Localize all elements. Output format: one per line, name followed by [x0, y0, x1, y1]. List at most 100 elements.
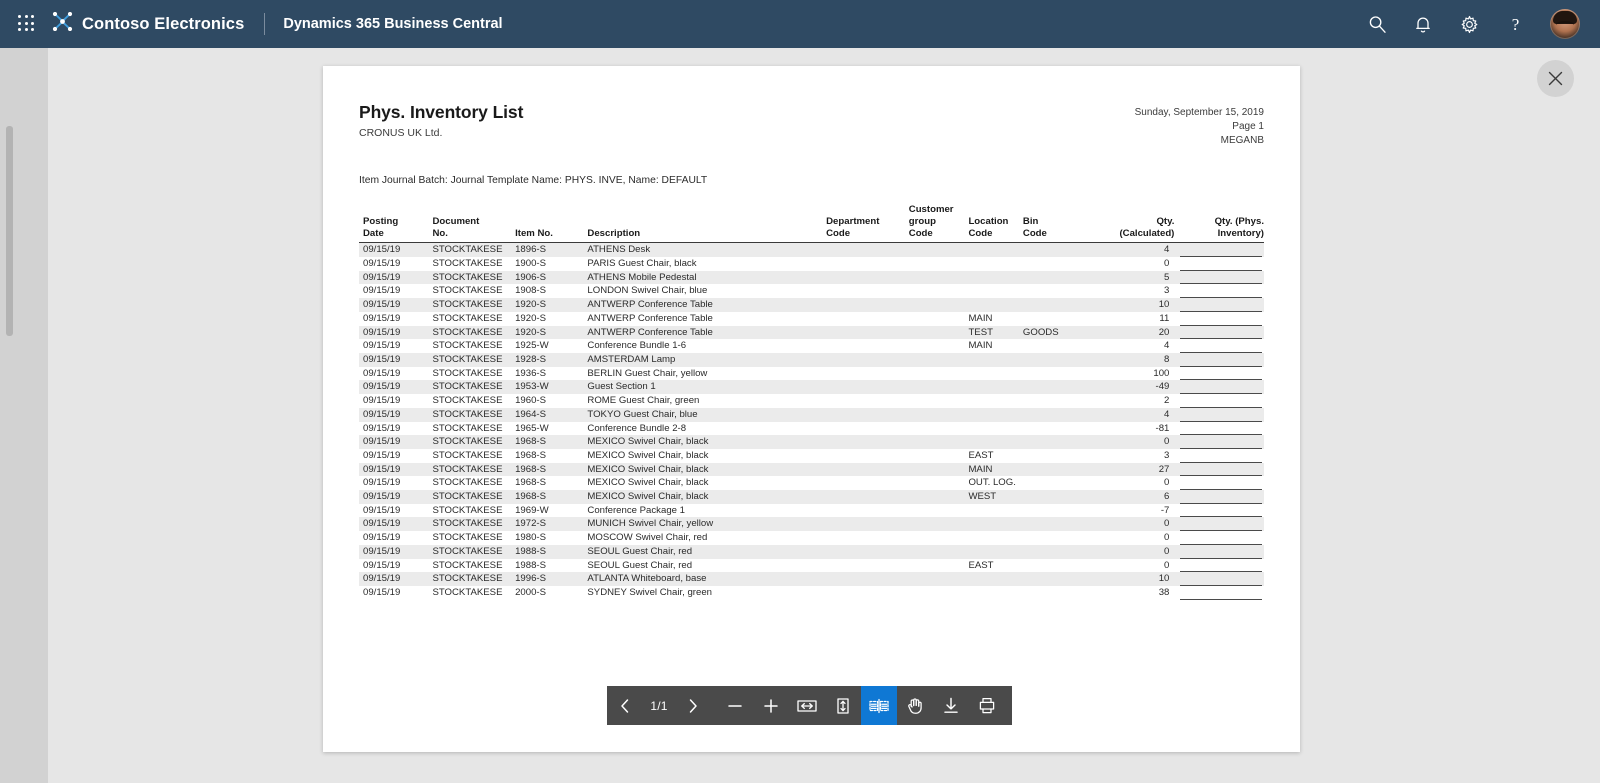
- cell-location_code: [968, 504, 1022, 518]
- cell-document_no: STOCKTAKESE: [432, 367, 503, 379]
- contoso-logo-icon: [52, 11, 73, 36]
- next-page-button[interactable]: [675, 686, 711, 725]
- cell-qty_phys_inventory: [1174, 394, 1264, 408]
- cell-location_code: [968, 298, 1023, 312]
- brand-name: Contoso Electronics: [82, 14, 245, 33]
- cell-department_code: [826, 422, 909, 436]
- cell-bin_code: [1023, 586, 1090, 600]
- cell-document_no: STOCKTAKESE: [432, 407, 516, 422]
- cell-location_code: [968, 394, 1022, 408]
- bell-icon[interactable]: [1412, 13, 1434, 35]
- cell-item_no: 1968-S: [515, 462, 588, 477]
- brand-group[interactable]: Contoso Electronics: [52, 11, 245, 36]
- column-header-qty-phys-inventory: Qty. (Phys. Inventory): [1174, 203, 1264, 244]
- cell-bin_code: [1023, 422, 1090, 436]
- previous-page-button[interactable]: [607, 686, 643, 725]
- cell-bin_code: [1022, 407, 1090, 422]
- cell-document_no: STOCKTAKESE: [432, 312, 503, 324]
- cell-department_code: [826, 462, 909, 477]
- gear-icon[interactable]: [1458, 13, 1480, 35]
- cell-bin_code: [1022, 544, 1090, 559]
- table-row: 09/15/19 STOCKTAKESE 1900-S PARIS Guest Cha…: [359, 257, 1264, 271]
- cell-bin_code: [1022, 352, 1090, 367]
- table-row: 09/15/19 STOCKTAKESE 1968-S MEXICO Swivel C…: [359, 476, 1264, 491]
- cell-location_code: [968, 422, 1022, 436]
- cell-description: MEXICO Swivel Chair, black: [587, 435, 827, 449]
- pan-hand-icon[interactable]: [897, 686, 933, 725]
- cell-description: SEOUL Guest Chair, red: [587, 544, 827, 559]
- fit-width-icon[interactable]: [789, 686, 825, 725]
- cell-department_code: [826, 531, 909, 545]
- cell-department_code: [826, 312, 909, 326]
- cell-description: Conference Bundle 1-6: [587, 340, 687, 352]
- cell-customer_group_code: [909, 504, 969, 518]
- table-row: 09/15/19 STOCKTAKESE 1972-S MUNICH Swivel C…: [359, 517, 1264, 532]
- cell-qty_calculated: 3: [1164, 285, 1170, 297]
- cell-customer_group_code: [908, 544, 969, 559]
- cell-posting_date: 09/15/19: [363, 586, 401, 598]
- cell-item_no: 1920-S: [515, 325, 588, 340]
- table-row: 09/15/19 STOCKTAKESE 1928-S AMSTERDAM Lamp 8: [359, 352, 1264, 367]
- cell-document_no: STOCKTAKESE: [432, 559, 503, 571]
- cell-description: AMSTERDAM Lamp: [587, 352, 827, 367]
- print-icon[interactable]: [969, 686, 1005, 725]
- report-title: Phys. Inventory List: [359, 102, 524, 122]
- table-row: 09/15/19 STOCKTAKESE 1968-S MEXICO Swivel C…: [359, 490, 1264, 504]
- cell-posting_date: 09/15/19: [363, 477, 401, 489]
- cell-department_code: [826, 298, 909, 312]
- cell-location_code: [968, 270, 1023, 285]
- cell-item_no: 1920-S: [515, 312, 547, 324]
- cell-qty_phys_inventory: [1174, 298, 1264, 312]
- avatar[interactable]: [1550, 9, 1580, 39]
- cell-location_code: MAIN: [968, 340, 993, 352]
- column-header-description: Description: [587, 203, 827, 244]
- cell-qty_phys_inventory: [1174, 504, 1264, 518]
- cell-location_code: [968, 367, 1022, 381]
- appbar-actions: ?: [1366, 9, 1600, 39]
- report-page-number: Page 1: [1232, 121, 1264, 133]
- cell-bin_code: [1023, 476, 1090, 490]
- cell-customer_group_code: [908, 462, 969, 477]
- cell-department_code: [826, 435, 909, 449]
- zoom-out-button[interactable]: [717, 686, 753, 725]
- cell-description: SYDNEY Swivel Chair, green: [587, 586, 712, 598]
- download-icon[interactable]: [933, 686, 969, 725]
- cell-description: Conference Package 1: [587, 504, 685, 516]
- cell-document_no: STOCKTAKESE: [432, 586, 503, 598]
- page-layout-button[interactable]: [861, 686, 897, 725]
- cell-qty_phys_inventory: [1174, 572, 1264, 586]
- cell-posting_date: 09/15/19: [363, 559, 401, 571]
- cell-location_code: [968, 531, 1022, 545]
- close-button[interactable]: [1537, 60, 1574, 97]
- table-row: 09/15/19 STOCKTAKESE 1968-S MEXICO Swivel C…: [359, 449, 1264, 463]
- rail-scrollbar[interactable]: [6, 126, 13, 336]
- help-icon[interactable]: ?: [1504, 13, 1526, 35]
- cell-item_no: 1936-S: [515, 367, 547, 379]
- cell-item_no: 1988-S: [515, 559, 547, 571]
- page-indicator[interactable]: 1/1: [643, 699, 675, 713]
- fit-page-icon[interactable]: [825, 686, 861, 725]
- cell-posting_date: 09/15/19: [363, 395, 401, 407]
- cell-posting_date: 09/15/19: [359, 462, 433, 477]
- cell-customer_group_code: [909, 559, 969, 573]
- cell-department_code: [826, 352, 909, 367]
- inventory-table: Posting Date Document No. Item No. Descr…: [359, 203, 1264, 600]
- cell-qty_calculated: 0: [1164, 559, 1170, 571]
- cell-document_no: STOCKTAKESE: [432, 285, 503, 297]
- cell-description: BERLIN Guest Chair, yellow: [587, 367, 708, 379]
- cell-description: MEXICO Swivel Chair, black: [587, 449, 709, 461]
- search-icon[interactable]: [1366, 13, 1388, 35]
- cell-customer_group_code: [909, 476, 969, 490]
- cell-bin_code: [1023, 531, 1090, 545]
- zoom-in-button[interactable]: [753, 686, 789, 725]
- cell-customer_group_code: [909, 531, 969, 545]
- cell-qty_phys_inventory: [1174, 586, 1264, 600]
- cell-qty_phys_inventory: [1174, 449, 1264, 463]
- cell-customer_group_code: [909, 257, 969, 271]
- cell-document_no: STOCKTAKESE: [432, 340, 503, 352]
- cell-department_code: [826, 242, 909, 258]
- cell-department_code: [826, 284, 909, 298]
- cell-department_code: [826, 544, 909, 559]
- app-launcher-icon[interactable]: [18, 15, 36, 33]
- cell-bin_code: [1023, 312, 1090, 326]
